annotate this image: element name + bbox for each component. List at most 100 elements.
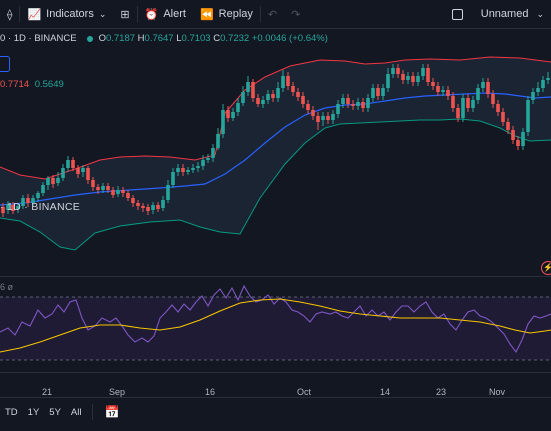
- candle-body: [246, 82, 250, 92]
- candle-body: [501, 112, 505, 122]
- candle-body: [296, 92, 300, 97]
- candle-body: [271, 94, 275, 98]
- candle-body: [451, 96, 455, 108]
- candle-body: [506, 122, 510, 130]
- range-all-button[interactable]: All: [66, 407, 87, 418]
- candle-body: [281, 76, 285, 88]
- candle-body: [541, 80, 545, 88]
- candle-body: [241, 92, 245, 103]
- candle-body: [136, 203, 140, 206]
- pane-divider[interactable]: [0, 276, 551, 277]
- replay-label: Replay: [218, 8, 253, 20]
- candle-body: [256, 98, 260, 104]
- candle-body: [436, 86, 440, 92]
- candle-body: [221, 110, 225, 134]
- candle-body: [251, 82, 255, 98]
- bottom-toolbar: TD 1Y 5Y All 📅: [0, 397, 551, 426]
- undo-icon: ↶: [267, 8, 278, 21]
- alert-label: Alert: [163, 8, 186, 20]
- candle-body: [391, 68, 395, 74]
- candle-body: [266, 94, 270, 100]
- range-1y-button[interactable]: 1Y: [23, 407, 45, 418]
- candle-body: [406, 76, 410, 80]
- candle-body: [381, 88, 385, 96]
- redo-button[interactable]: ↷: [284, 0, 307, 28]
- layout-select[interactable]: Unnamed ⌄: [445, 0, 551, 28]
- candle-body: [366, 98, 370, 108]
- templates-button[interactable]: ⊞: [113, 0, 136, 28]
- range-5y-button[interactable]: 5Y: [44, 407, 66, 418]
- candle-body: [416, 76, 420, 82]
- candle-body: [126, 193, 130, 198]
- symbol-watermark: · 1D · BINANCE: [0, 201, 81, 213]
- candle-body: [166, 185, 170, 200]
- compare-button[interactable]: ⟠: [0, 0, 19, 28]
- candle-body: [276, 88, 280, 98]
- candle-body: [341, 98, 345, 104]
- market-status-dot: [86, 35, 93, 42]
- candle-body: [491, 94, 495, 104]
- alert-button[interactable]: ⏰ Alert: [138, 0, 193, 28]
- grid-icon: ⊞: [120, 8, 130, 21]
- candle-body: [181, 168, 185, 172]
- candle-body: [496, 104, 500, 112]
- bollinger-fill: [0, 57, 551, 250]
- candle-body: [91, 180, 95, 187]
- time-axis[interactable]: 21 Sep 16 Oct 14 23 Nov: [0, 372, 551, 397]
- symbol-title: 0 · 1D · BINANCE: [0, 33, 77, 44]
- chart-canvas[interactable]: [0, 0, 551, 431]
- x-tick-label: Sep: [108, 387, 126, 397]
- candle-body: [376, 88, 380, 96]
- candle-body: [71, 160, 75, 168]
- candle-body: [531, 92, 535, 100]
- toolbar-divider: [92, 404, 94, 420]
- redo-icon: ↷: [291, 8, 301, 21]
- candle-body: [61, 168, 65, 178]
- calendar-icon[interactable]: 📅: [99, 405, 124, 419]
- ohlc-values: O0.7187 H0.7647 L0.7103 C0.7232 +0.0046 …: [98, 33, 328, 44]
- candle-body: [56, 178, 60, 183]
- candle-body: [386, 74, 390, 88]
- candle-body: [321, 116, 325, 120]
- candle-body: [331, 114, 335, 120]
- bb-upper-value: 0.7714: [0, 79, 30, 90]
- candle-body: [66, 160, 70, 168]
- candle-body: [116, 190, 120, 194]
- candle-body: [86, 168, 90, 180]
- alarm-clock-icon: ⏰: [144, 8, 159, 21]
- indicators-button[interactable]: 📈 Indicators ⌄: [20, 0, 113, 28]
- symbol-legend[interactable]: 0 · 1D · BINANCE O0.7187 H0.7647 L0.7103…: [0, 33, 328, 44]
- layout-checkbox[interactable]: [451, 8, 463, 20]
- candle-body: [161, 200, 165, 208]
- bollinger-legend[interactable]: 0.7714 0.5649: [0, 79, 64, 90]
- candle-body: [346, 98, 350, 104]
- undo-button[interactable]: ↶: [261, 0, 284, 28]
- compare-icon: ⟠: [7, 8, 13, 21]
- candle-body: [426, 68, 430, 82]
- chevron-down-icon: ⌄: [98, 8, 107, 19]
- rsi-legend[interactable]: 6 ø: [0, 282, 13, 292]
- alert-badge-icon[interactable]: ⚡: [541, 261, 551, 275]
- candle-body: [151, 205, 155, 210]
- candle-body: [516, 140, 520, 146]
- x-tick-label: 16: [204, 387, 216, 397]
- candle-body: [211, 148, 215, 158]
- top-toolbar: ⟠ 📈 Indicators ⌄ ⊞ ⏰ Alert ⏪ Replay ↶ ↷ …: [0, 0, 551, 29]
- indicator-toggle[interactable]: [0, 56, 10, 72]
- candle-body: [131, 198, 135, 203]
- candle-body: [196, 166, 200, 168]
- candle-body: [201, 160, 205, 166]
- candle-body: [216, 134, 220, 148]
- candle-body: [286, 76, 290, 86]
- replay-button[interactable]: ⏪ Replay: [193, 0, 260, 28]
- candle-body: [76, 168, 80, 174]
- candle-body: [236, 103, 240, 112]
- candle-body: [536, 88, 540, 92]
- candle-body: [191, 168, 195, 170]
- candle-body: [526, 100, 530, 132]
- candle-body: [226, 110, 230, 118]
- candle-body: [41, 185, 45, 193]
- candle-body: [396, 68, 400, 74]
- range-ytd-button[interactable]: TD: [0, 407, 23, 418]
- candle-body: [111, 190, 115, 195]
